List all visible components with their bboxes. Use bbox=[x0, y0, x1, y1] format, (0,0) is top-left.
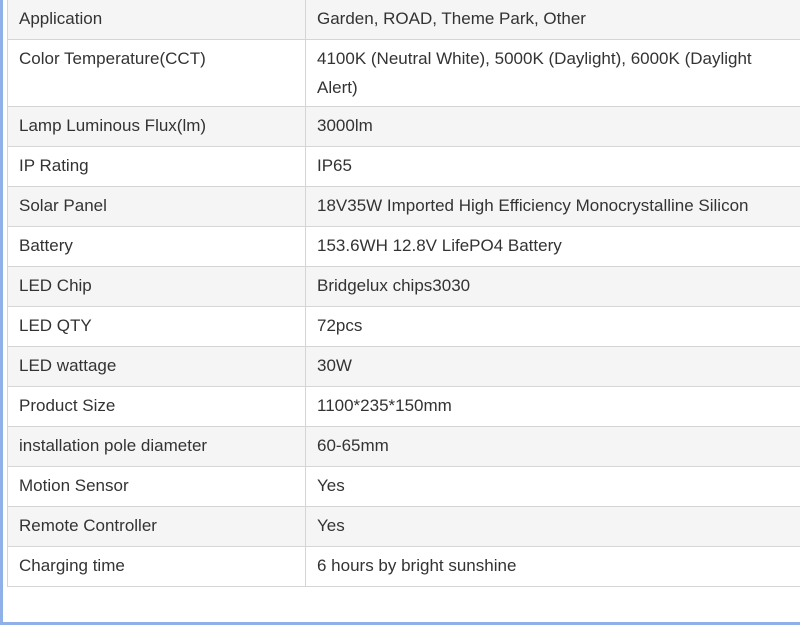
spec-value: 18V35W Imported High Efficiency Monocrys… bbox=[305, 186, 800, 227]
table-row: Remote Controller Yes bbox=[7, 506, 800, 547]
spec-label: Product Size bbox=[7, 386, 306, 427]
spec-label: Charging time bbox=[7, 546, 306, 587]
spec-label: LED wattage bbox=[7, 346, 306, 387]
table-row: Color Temperature(CCT) 4100K (Neutral Wh… bbox=[7, 39, 800, 107]
table-row: Motion Sensor Yes bbox=[7, 466, 800, 507]
table-row: Application Garden, ROAD, Theme Park, Ot… bbox=[7, 0, 800, 40]
spec-label: Lamp Luminous Flux(lm) bbox=[7, 106, 306, 147]
spec-label: Battery bbox=[7, 226, 306, 267]
spec-value: 1100*235*150mm bbox=[305, 386, 800, 427]
spec-label: LED QTY bbox=[7, 306, 306, 347]
spec-label: Color Temperature(CCT) bbox=[7, 39, 306, 107]
table-row: LED wattage 30W bbox=[7, 346, 800, 387]
spec-value: 3000lm bbox=[305, 106, 800, 147]
spec-value: 72pcs bbox=[305, 306, 800, 347]
spec-value: 30W bbox=[305, 346, 800, 387]
spec-label: Remote Controller bbox=[7, 506, 306, 547]
spec-label: installation pole diameter bbox=[7, 426, 306, 467]
table-row: installation pole diameter 60-65mm bbox=[7, 426, 800, 467]
spec-label: IP Rating bbox=[7, 146, 306, 187]
spec-label: Solar Panel bbox=[7, 186, 306, 227]
spec-value: Yes bbox=[305, 466, 800, 507]
spec-value: Yes bbox=[305, 506, 800, 547]
table-row: IP Rating IP65 bbox=[7, 146, 800, 187]
spec-label: LED Chip bbox=[7, 266, 306, 307]
spec-value: 60-65mm bbox=[305, 426, 800, 467]
table-row: Lamp Luminous Flux(lm) 3000lm bbox=[7, 106, 800, 147]
page-frame: Application Garden, ROAD, Theme Park, Ot… bbox=[0, 0, 800, 625]
spec-label: Motion Sensor bbox=[7, 466, 306, 507]
table-row: LED Chip Bridgelux chips3030 bbox=[7, 266, 800, 307]
spec-value: IP65 bbox=[305, 146, 800, 187]
spec-value: 4100K (Neutral White), 5000K (Daylight),… bbox=[305, 39, 800, 107]
table-row: Battery 153.6WH 12.8V LifePO4 Battery bbox=[7, 226, 800, 267]
table-row: Product Size 1100*235*150mm bbox=[7, 386, 800, 427]
spec-table: Application Garden, ROAD, Theme Park, Ot… bbox=[7, 0, 800, 587]
table-row: Charging time 6 hours by bright sunshine bbox=[7, 546, 800, 587]
spec-value: 153.6WH 12.8V LifePO4 Battery bbox=[305, 226, 800, 267]
spec-value: Garden, ROAD, Theme Park, Other bbox=[305, 0, 800, 40]
table-row: LED QTY 72pcs bbox=[7, 306, 800, 347]
spec-value: Bridgelux chips3030 bbox=[305, 266, 800, 307]
spec-label: Application bbox=[7, 0, 306, 40]
table-row: Solar Panel 18V35W Imported High Efficie… bbox=[7, 186, 800, 227]
spec-value: 6 hours by bright sunshine bbox=[305, 546, 800, 587]
